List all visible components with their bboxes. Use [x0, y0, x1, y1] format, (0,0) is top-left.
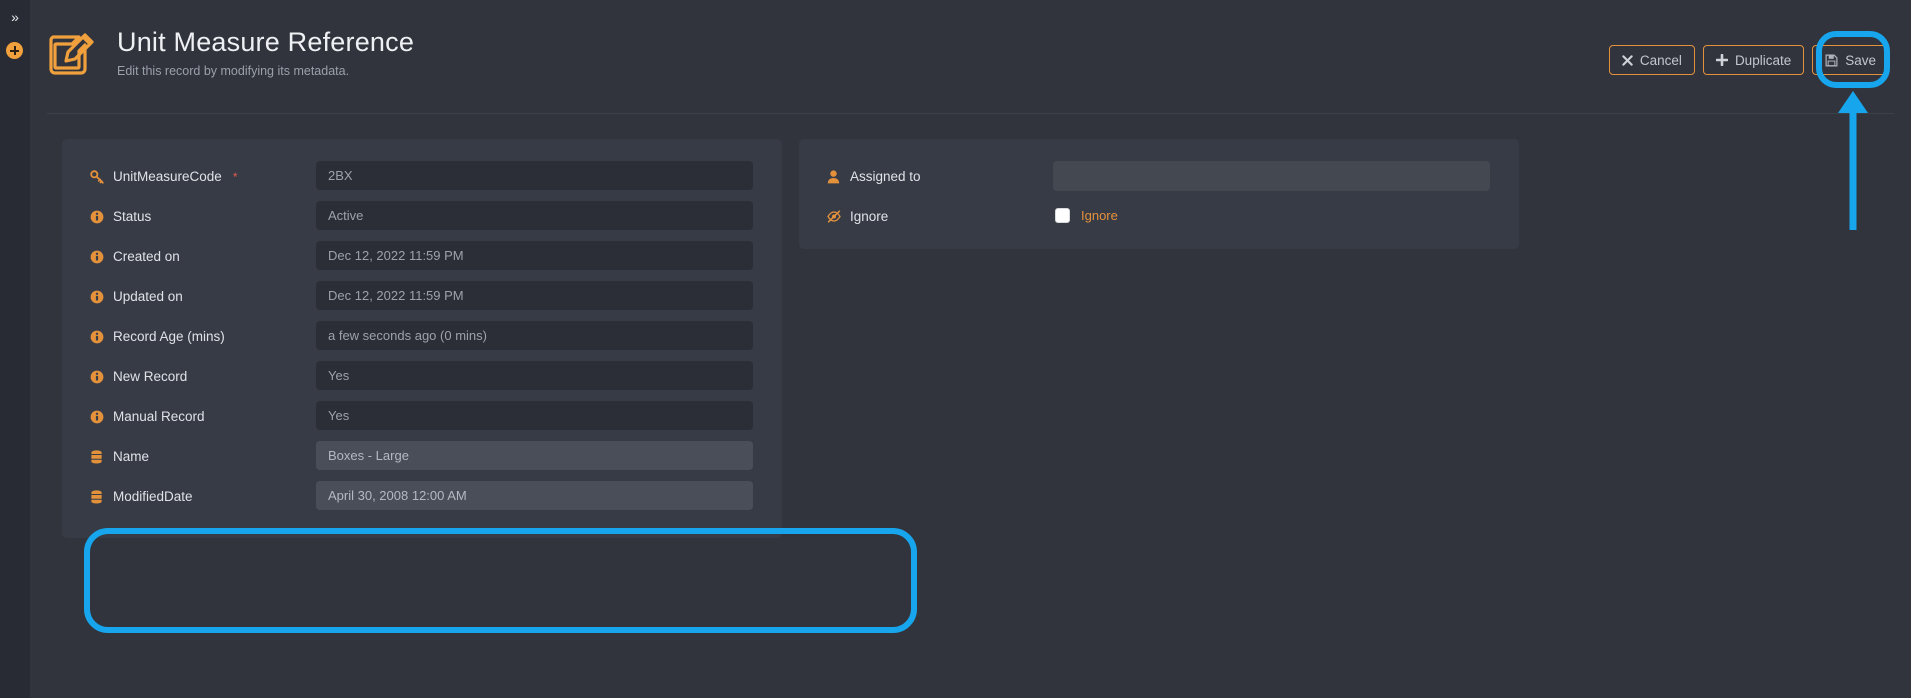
page-subtitle: Edit this record by modifying its metada…: [117, 64, 350, 78]
field-new-record: New Record Yes: [62, 359, 782, 399]
info-icon: [90, 410, 104, 424]
database-icon: [90, 449, 104, 464]
field-updated-on: Updated on Dec 12, 2022 11:59 PM: [62, 279, 782, 319]
chevron-double-right-icon[interactable]: »: [5, 8, 25, 26]
field-assigned-to: Assigned to: [799, 159, 1519, 199]
app-root: » Unit Measure Reference Edit this recor…: [0, 0, 1911, 698]
close-x-icon: [1622, 54, 1633, 66]
input-unitmeasurecode[interactable]: 2BX: [316, 161, 753, 190]
eye-slash-icon: [827, 209, 841, 224]
input-record-age-mins[interactable]: a few seconds ago (0 mins): [316, 321, 753, 350]
field-control: a few seconds ago (0 mins): [316, 321, 753, 350]
field-label-assigned-to: Assigned to: [827, 169, 921, 184]
user-icon: [827, 169, 841, 184]
label-text: Name: [113, 449, 150, 464]
field-label-record-age-mins: Record Age (mins): [90, 329, 225, 344]
field-label-manual-record: Manual Record: [90, 409, 205, 424]
save-button-label: Save: [1845, 52, 1876, 68]
required-asterisk: *: [232, 169, 238, 184]
field-record-age-mins: Record Age (mins) a few seconds ago (0 mi…: [62, 319, 782, 359]
field-label-ignore: Ignore: [827, 209, 888, 224]
field-created-on: Created on Dec 12, 2022 11:59 PM: [62, 239, 782, 279]
field-ignore: Ignore Ignore: [799, 199, 1519, 239]
field-control: 2BX: [316, 161, 753, 190]
action-button-group: Cancel Duplicate Save: [1608, 45, 1889, 75]
label-text: Record Age (mins): [113, 329, 225, 344]
field-status: Status Active: [62, 199, 782, 239]
label-text: UnitMeasureCode: [113, 169, 222, 184]
name-modifieddate-highlight-ring: [84, 528, 917, 633]
input-new-record[interactable]: Yes: [316, 361, 753, 390]
assigned-to-input[interactable]: [1053, 161, 1490, 191]
field-unitmeasurecode: UnitMeasureCode * 2BX: [62, 159, 782, 199]
page-title: Unit Measure Reference: [117, 27, 415, 57]
field-name: Name Boxes - Large: [62, 439, 782, 479]
info-icon: [90, 250, 104, 264]
label-text: Created on: [113, 249, 180, 264]
ignore-checkbox[interactable]: [1055, 208, 1070, 223]
cancel-button-label: Cancel: [1639, 52, 1682, 68]
info-icon: [90, 210, 104, 224]
database-icon: [90, 489, 104, 504]
plus-icon: [1715, 54, 1728, 66]
ignore-checkbox-label: Ignore: [1081, 208, 1118, 223]
duplicate-button[interactable]: Duplicate: [1702, 45, 1805, 75]
field-label-name: Name: [90, 449, 149, 464]
field-label-status: Status: [90, 209, 151, 224]
input-status[interactable]: Active: [316, 201, 753, 230]
page-header: Unit Measure Reference Edit this record …: [30, 0, 1911, 120]
field-control: April 30, 2008 12:00 AM: [316, 481, 753, 510]
assignment-panel: Assigned to Ignore Ignore: [799, 139, 1519, 249]
field-control: Yes: [316, 401, 753, 430]
left-rail: »: [0, 0, 30, 698]
field-control: Boxes - Large: [316, 441, 753, 470]
field-control: Yes: [316, 361, 753, 390]
label-text: Updated on: [113, 289, 183, 304]
header-divider: [47, 113, 1894, 114]
field-manual-record: Manual Record Yes: [62, 399, 782, 439]
info-icon: [90, 330, 104, 344]
input-name[interactable]: Boxes - Large: [316, 441, 753, 470]
label-text: New Record: [113, 369, 188, 384]
input-created-on[interactable]: Dec 12, 2022 11:59 PM: [316, 241, 753, 270]
field-label-modifieddate: ModifiedDate: [90, 489, 193, 504]
add-circle-icon[interactable]: [6, 42, 23, 59]
floppy-disk-icon: [1825, 54, 1838, 67]
field-label-new-record: New Record: [90, 369, 187, 384]
main-area: Unit Measure Reference Edit this record …: [30, 0, 1911, 698]
cancel-button[interactable]: Cancel: [1608, 45, 1695, 75]
field-label-updated-on: Updated on: [90, 289, 183, 304]
field-label-unitmeasurecode: UnitMeasureCode *: [90, 169, 237, 184]
input-modifieddate[interactable]: April 30, 2008 12:00 AM: [316, 481, 753, 510]
assigned-to-label: Assigned to: [850, 169, 921, 184]
field-modifieddate: ModifiedDate April 30, 2008 12:00 AM: [62, 479, 782, 519]
field-control: Dec 12, 2022 11:59 PM: [316, 241, 753, 270]
label-text: Manual Record: [113, 409, 205, 424]
field-label-created-on: Created on: [90, 249, 180, 264]
label-text: ModifiedDate: [113, 489, 193, 504]
field-control: Active: [316, 201, 753, 230]
key-icon: [90, 169, 104, 184]
save-button[interactable]: Save: [1812, 45, 1889, 75]
info-icon: [90, 370, 104, 384]
ignore-label: Ignore: [850, 209, 889, 224]
label-text: Status: [113, 209, 152, 224]
field-control: Dec 12, 2022 11:59 PM: [316, 281, 753, 310]
input-updated-on[interactable]: Dec 12, 2022 11:59 PM: [316, 281, 753, 310]
record-details-panel: UnitMeasureCode * 2BX Status Active Created o…: [62, 139, 782, 538]
info-icon: [90, 290, 104, 304]
duplicate-button-label: Duplicate: [1734, 52, 1792, 68]
edit-document-icon: [47, 25, 99, 77]
input-manual-record[interactable]: Yes: [316, 401, 753, 430]
